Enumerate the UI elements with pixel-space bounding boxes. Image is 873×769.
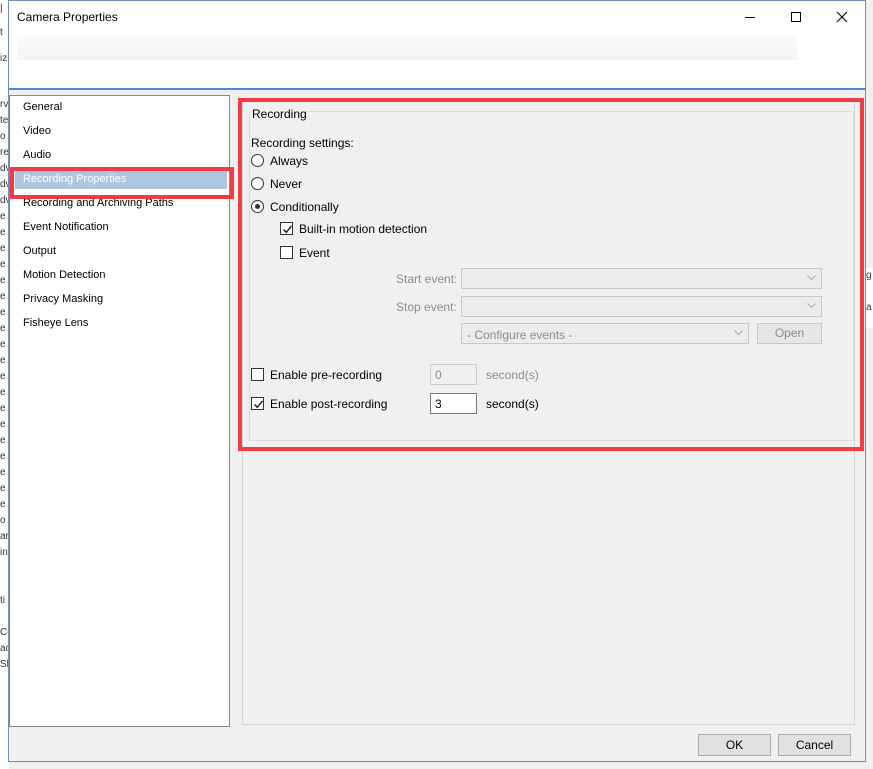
nav-item-recording-archiving-paths[interactable]: Recording and Archiving Paths — [15, 193, 227, 213]
motion-detection-checkbox[interactable] — [280, 222, 293, 235]
nav-item-fisheye-lens[interactable]: Fisheye Lens — [15, 313, 227, 333]
nav-item-output[interactable]: Output — [15, 241, 227, 261]
nav-item-recording-properties[interactable]: Recording Properties — [15, 169, 227, 189]
close-button[interactable] — [819, 1, 865, 32]
ok-button[interactable]: OK — [698, 734, 771, 756]
nav-item-general[interactable]: General — [15, 97, 227, 117]
event-label[interactable]: Event — [299, 246, 330, 260]
recording-properties-panel: Recording Recording settings: Always Nev… — [242, 99, 855, 725]
open-events-button[interactable]: Open — [757, 323, 822, 344]
event-checkbox[interactable] — [280, 246, 293, 259]
radio-always-label[interactable]: Always — [270, 154, 308, 168]
settings-nav-list: General Video Audio Recording Properties… — [9, 95, 234, 727]
pre-recording-label[interactable]: Enable pre-recording — [270, 368, 382, 382]
nav-item-motion-detection[interactable]: Motion Detection — [15, 265, 227, 285]
radio-conditionally-label[interactable]: Conditionally — [270, 200, 339, 214]
pre-recording-unit: second(s) — [486, 368, 539, 382]
recording-settings-label: Recording settings: — [251, 136, 354, 150]
configure-events-select[interactable]: - Configure events - — [461, 323, 749, 344]
pre-recording-seconds-input[interactable]: 0 — [430, 364, 477, 385]
maximize-button[interactable] — [773, 1, 819, 32]
camera-properties-dialog: Camera Properties General Video Audio Re… — [8, 0, 866, 762]
recording-group-title: Recording — [251, 107, 308, 121]
radio-always[interactable] — [251, 154, 264, 167]
start-event-select[interactable] — [461, 268, 822, 289]
radio-never-label[interactable]: Never — [270, 177, 302, 191]
motion-detection-label[interactable]: Built-in motion detection — [299, 222, 427, 236]
checkmark-icon — [253, 400, 264, 409]
toolbar-area — [9, 32, 865, 90]
title-bar: Camera Properties — [9, 1, 865, 32]
minimize-icon — [745, 16, 755, 18]
chevron-down-icon — [734, 330, 743, 336]
nav-item-event-notification[interactable]: Event Notification — [15, 217, 227, 237]
close-icon — [836, 11, 848, 22]
stop-event-label: Stop event: — [396, 300, 457, 314]
maximize-icon — [791, 11, 801, 22]
pre-recording-checkbox[interactable] — [251, 368, 264, 381]
chevron-down-icon — [807, 303, 816, 309]
radio-conditionally[interactable] — [251, 200, 264, 213]
post-recording-checkbox[interactable] — [251, 397, 264, 410]
nav-item-audio[interactable]: Audio — [15, 145, 227, 165]
cancel-button[interactable]: Cancel — [778, 734, 851, 756]
start-event-label: Start event: — [396, 272, 458, 286]
post-recording-seconds-input[interactable]: 3 — [430, 393, 477, 414]
stop-event-select[interactable] — [461, 296, 822, 317]
minimize-button[interactable] — [727, 1, 773, 32]
radio-never[interactable] — [251, 177, 264, 190]
post-recording-label[interactable]: Enable post-recording — [270, 397, 387, 411]
chevron-down-icon — [807, 275, 816, 281]
nav-item-privacy-masking[interactable]: Privacy Masking — [15, 289, 227, 309]
checkmark-icon — [282, 225, 293, 234]
nav-item-video[interactable]: Video — [15, 121, 227, 141]
post-recording-unit: second(s) — [486, 397, 539, 411]
window-title: Camera Properties — [17, 10, 118, 24]
